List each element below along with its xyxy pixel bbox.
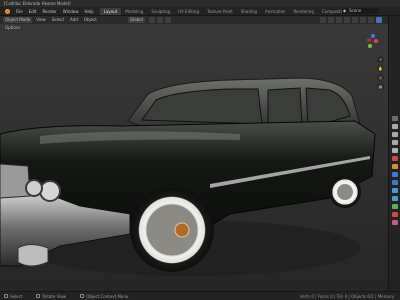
- render-tab-icon[interactable]: [392, 124, 398, 129]
- top-menubar: File Edit Render Window Help Layout Mode…: [0, 7, 400, 16]
- tab-modeling[interactable]: Modeling: [121, 8, 147, 15]
- gizmo-icon[interactable]: [328, 17, 334, 23]
- wireframe-shading-icon[interactable]: [352, 17, 358, 23]
- output-tab-icon[interactable]: [392, 132, 398, 137]
- menu-edit[interactable]: Edit: [26, 7, 40, 16]
- status-select: Select: [4, 294, 22, 299]
- y-axis-icon[interactable]: [368, 44, 372, 48]
- transform-controls: Global: [128, 17, 171, 23]
- proportional-edit-icon[interactable]: [164, 17, 171, 23]
- tab-texture-paint[interactable]: Texture Paint: [203, 8, 237, 15]
- mouse-right-icon: [80, 294, 85, 298]
- snap-icon[interactable]: [156, 17, 163, 23]
- physics-tab-icon[interactable]: [392, 188, 398, 193]
- tab-shading[interactable]: Shading: [237, 8, 261, 15]
- view-menu[interactable]: View: [34, 17, 48, 23]
- view-layer-tab-icon[interactable]: [392, 140, 398, 145]
- scene-statistics: Verts 0 | Faces 0 | Tris 0 | Objects 0/1…: [299, 294, 394, 299]
- 3d-viewport[interactable]: Object Mode View Select Add Object Globa…: [0, 16, 388, 291]
- tab-sculpting[interactable]: Sculpting: [147, 8, 174, 15]
- visibility-icon[interactable]: [320, 17, 326, 23]
- bullet-bumper: [17, 244, 49, 267]
- data-tab-icon[interactable]: [392, 204, 398, 209]
- orientation-dropdown[interactable]: Global: [128, 17, 145, 23]
- overlay-icon[interactable]: [336, 17, 342, 23]
- object-mode-dropdown[interactable]: Object Mode: [3, 17, 33, 23]
- status-bar: Select Rotate View Object Context Menu V…: [0, 291, 400, 300]
- viewport-subheader: Options: [0, 24, 388, 31]
- texture-tab-icon[interactable]: [392, 220, 398, 225]
- rear-wheel-hub: [337, 184, 353, 200]
- blender-logo-icon[interactable]: [2, 8, 12, 15]
- particles-tab-icon[interactable]: [392, 180, 398, 185]
- workspace-tabs: Layout Modeling Sculpting UV Editing Tex…: [99, 7, 377, 15]
- pivot-icon[interactable]: [148, 17, 155, 23]
- menu-help[interactable]: Help: [81, 7, 96, 16]
- status-rotate: Rotate View: [36, 294, 66, 299]
- neg-axis-icon[interactable]: [367, 38, 371, 42]
- properties-tabs: [388, 16, 400, 291]
- mouse-middle-icon: [36, 294, 41, 298]
- xray-icon[interactable]: [344, 17, 350, 23]
- tab-layout[interactable]: Layout: [99, 8, 122, 15]
- menu-file[interactable]: File: [13, 7, 26, 16]
- scene-selector[interactable]: ◆ Scene: [342, 8, 378, 14]
- options-dropdown[interactable]: Options: [3, 24, 23, 31]
- grid-icon[interactable]: ▦: [377, 83, 384, 90]
- mouse-left-icon: [4, 294, 8, 298]
- constraints-tab-icon[interactable]: [392, 196, 398, 201]
- tab-animation[interactable]: Animation: [261, 8, 289, 15]
- viewport-header: Object Mode View Select Add Object Globa…: [0, 16, 388, 24]
- x-axis-icon[interactable]: [374, 39, 378, 43]
- z-axis-icon[interactable]: [371, 34, 375, 38]
- camera-icon[interactable]: ◎: [377, 74, 384, 81]
- scene-icon: ◆: [343, 8, 347, 13]
- tab-uv-editing[interactable]: UV Editing: [174, 8, 203, 15]
- status-context-menu: Object Context Menu: [80, 294, 128, 299]
- select-menu[interactable]: Select: [50, 17, 66, 23]
- grille: [0, 163, 31, 199]
- scene-label: Scene: [349, 8, 362, 13]
- magnifier-icon[interactable]: +: [377, 56, 384, 63]
- headlight-inner: [39, 180, 61, 202]
- shading-controls: [318, 17, 382, 23]
- solid-shading-icon[interactable]: [360, 17, 366, 23]
- menu-render[interactable]: Render: [39, 7, 59, 16]
- front-wheel-spokes: [145, 203, 199, 257]
- tool-tab-icon[interactable]: [392, 116, 398, 121]
- modifier-tab-icon[interactable]: [392, 172, 398, 177]
- object-tab-icon[interactable]: [392, 164, 398, 169]
- object-menu[interactable]: Object: [82, 17, 99, 23]
- front-wheel-hub: [174, 222, 190, 238]
- car-render: [0, 77, 376, 276]
- navigation-gizmo[interactable]: [364, 32, 380, 54]
- material-tab-icon[interactable]: [392, 212, 398, 217]
- material-shading-icon[interactable]: [368, 17, 374, 23]
- scene-tab-icon[interactable]: [392, 148, 398, 153]
- world-tab-icon[interactable]: [392, 156, 398, 161]
- add-menu[interactable]: Add: [68, 17, 80, 23]
- hand-icon[interactable]: ✋: [377, 65, 384, 72]
- rendered-shading-icon[interactable]: [376, 17, 382, 23]
- headlight-outer: [25, 179, 43, 197]
- menu-window[interactable]: Window: [60, 7, 82, 16]
- tab-rendering[interactable]: Rendering: [289, 8, 317, 15]
